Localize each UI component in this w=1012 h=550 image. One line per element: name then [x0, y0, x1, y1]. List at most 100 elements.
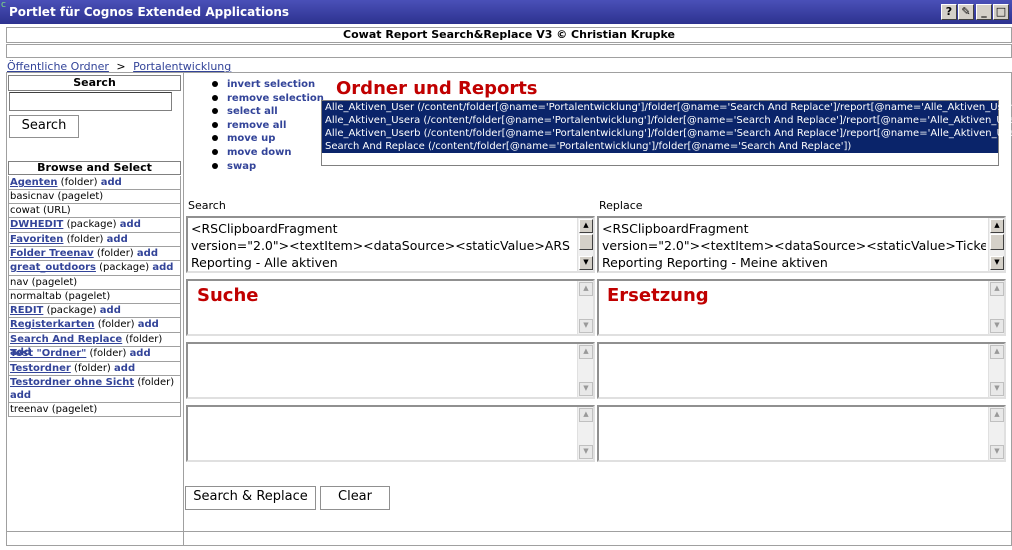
browse-item-name[interactable]: DWHEDIT [10, 219, 63, 230]
browse-item-type: (pagelet) [31, 277, 78, 288]
search-button[interactable]: Search [9, 115, 79, 138]
search-textarea-3[interactable]: ▲ ▼ [186, 342, 595, 399]
replace-textarea-1[interactable]: <RSClipboardFragment version="2.0"><textI… [597, 216, 1006, 273]
browse-item-name[interactable]: Testordner [10, 363, 71, 374]
report-option[interactable]: Alle_Aktiven_Userb (/content/folder[@nam… [322, 127, 1012, 140]
footer-row [6, 531, 1012, 546]
maximize-button[interactable]: □ [993, 4, 1009, 20]
browse-item[interactable]: Folder Treenav (folder) add [8, 247, 181, 261]
scroll-up-icon[interactable]: ▲ [990, 219, 1004, 233]
move-up-action[interactable]: move up [212, 132, 324, 146]
browse-item-name: basicnav [10, 191, 55, 202]
search-input[interactable] [9, 92, 172, 111]
minimize-button[interactable]: _ [976, 4, 992, 20]
browse-item[interactable]: treenav (pagelet) [8, 403, 181, 417]
scrollbar[interactable]: ▲ ▼ [577, 344, 593, 397]
scroll-up-icon[interactable]: ▲ [579, 408, 593, 422]
scroll-thumb[interactable] [990, 234, 1004, 250]
replace-textarea-3[interactable]: ▲ ▼ [597, 342, 1006, 399]
browse-item[interactable]: great_outdoors (package) add [8, 261, 181, 276]
browse-item-add-link[interactable]: add [10, 390, 31, 401]
remove-all-action[interactable]: remove all [212, 119, 324, 133]
browse-item[interactable]: basicnav (pagelet) [8, 190, 181, 204]
browse-item-name[interactable]: Testordner ohne Sicht [10, 377, 134, 388]
browse-item-add-link[interactable]: add [138, 319, 159, 330]
browse-item-add-link[interactable]: add [137, 248, 158, 259]
browse-item-add-link[interactable]: add [120, 219, 141, 230]
browse-item-type: (folder) [125, 334, 163, 345]
browse-item-type: (folder) [137, 377, 175, 388]
browse-item[interactable]: cowat (URL) [8, 204, 181, 218]
search-textarea-content: <RSClipboardFragment version="2.0"><textI… [191, 220, 575, 271]
browse-item[interactable]: normaltab (pagelet) [8, 290, 181, 304]
browse-item-name[interactable]: Test "Ordner" [10, 348, 86, 359]
scroll-up-icon[interactable]: ▲ [579, 219, 593, 233]
browse-item-name[interactable]: REDIT [10, 305, 43, 316]
browse-item[interactable]: Search And Replace (folder) add [8, 333, 181, 358]
search-textarea-4[interactable]: ▲ ▼ [186, 405, 595, 462]
select-all-action[interactable]: select all [212, 105, 324, 119]
scroll-down-icon[interactable]: ▼ [579, 382, 593, 396]
replace-field-label: Replace [599, 199, 643, 212]
browse-item-add-link[interactable]: add [107, 234, 128, 245]
browse-item-name[interactable]: Agenten [10, 177, 57, 188]
scrollbar[interactable]: ▲ ▼ [988, 281, 1004, 334]
search-textarea-1[interactable]: <RSClipboardFragment version="2.0"><textI… [186, 216, 595, 273]
selected-reports-listbox[interactable]: Alle_Aktiven_User (/content/folder[@name… [321, 100, 1012, 166]
scrollbar[interactable]: ▲ ▼ [577, 281, 593, 334]
scrollbar[interactable]: ▲ ▼ [988, 407, 1004, 460]
browse-item-add-link[interactable]: add [130, 348, 151, 359]
scroll-up-icon[interactable]: ▲ [990, 408, 1004, 422]
browse-item-name[interactable]: Search And Replace [10, 334, 122, 345]
browse-item[interactable]: Testordner (folder) add [8, 362, 181, 376]
clear-button[interactable]: Clear [320, 486, 390, 510]
scroll-down-icon[interactable]: ▼ [990, 319, 1004, 333]
scroll-down-icon[interactable]: ▼ [990, 382, 1004, 396]
browse-item-add-link[interactable]: add [100, 305, 121, 316]
scrollbar[interactable]: ▲ ▼ [988, 344, 1004, 397]
scroll-up-icon[interactable]: ▲ [579, 345, 593, 359]
scrollbar[interactable]: ▲ ▼ [988, 218, 1004, 271]
browse-item-name[interactable]: Folder Treenav [10, 248, 94, 259]
browse-item-name[interactable]: great_outdoors [10, 262, 96, 273]
browse-item[interactable]: DWHEDIT (package) add [8, 218, 181, 233]
scrollbar[interactable]: ▲ ▼ [577, 218, 593, 271]
scroll-up-icon[interactable]: ▲ [579, 282, 593, 296]
swap-action[interactable]: swap [212, 160, 324, 174]
help-button[interactable]: ? [941, 4, 957, 20]
replace-textarea-4[interactable]: ▲ ▼ [597, 405, 1006, 462]
move-down-action[interactable]: move down [212, 146, 324, 160]
scroll-up-icon[interactable]: ▲ [990, 345, 1004, 359]
scroll-down-icon[interactable]: ▼ [579, 445, 593, 459]
browse-item[interactable]: Favoriten (folder) add [8, 233, 181, 247]
browse-item[interactable]: nav (pagelet) [8, 276, 181, 290]
edit-button[interactable]: ✎ [958, 4, 974, 20]
scroll-down-icon[interactable]: ▼ [579, 256, 593, 270]
search-heading: Search [8, 75, 181, 91]
browse-item-add-link[interactable]: add [152, 262, 173, 273]
remove-selection-action[interactable]: remove selection [212, 92, 324, 106]
scroll-down-icon[interactable]: ▼ [990, 445, 1004, 459]
report-option[interactable]: Search And Replace (/content/folder[@nam… [322, 140, 998, 153]
scroll-down-icon[interactable]: ▼ [990, 256, 1004, 270]
search-replace-button[interactable]: Search & Replace [185, 486, 316, 510]
scroll-up-icon[interactable]: ▲ [990, 282, 1004, 296]
report-option[interactable]: Alle_Aktiven_Usera (/content/folder[@nam… [322, 114, 1012, 127]
browse-item-name: cowat [10, 205, 40, 216]
browse-item[interactable]: Registerkarten (folder) add [8, 318, 181, 333]
report-option[interactable]: Alle_Aktiven_User (/content/folder[@name… [322, 101, 1012, 114]
browse-item[interactable]: Agenten (folder) add [8, 176, 181, 190]
browse-item[interactable]: Testordner ohne Sicht (folder) add [8, 376, 181, 403]
scrollbar[interactable]: ▲ ▼ [577, 407, 593, 460]
browse-item-name[interactable]: Favoriten [10, 234, 63, 245]
invert-selection-action[interactable]: invert selection [212, 78, 324, 92]
browse-item[interactable]: Test "Ordner" (folder) add [8, 347, 181, 362]
scroll-down-icon[interactable]: ▼ [579, 319, 593, 333]
browse-item-name[interactable]: Registerkarten [10, 319, 95, 330]
browse-item-add-link[interactable]: add [114, 363, 135, 374]
textarea-line: version="2.0"><textItem><dataSource><sta… [191, 238, 570, 253]
textarea-line: <RSClipboardFragment [191, 221, 338, 236]
scroll-thumb[interactable] [579, 234, 593, 250]
browse-item[interactable]: REDIT (package) add [8, 304, 181, 318]
browse-item-add-link[interactable]: add [101, 177, 122, 188]
